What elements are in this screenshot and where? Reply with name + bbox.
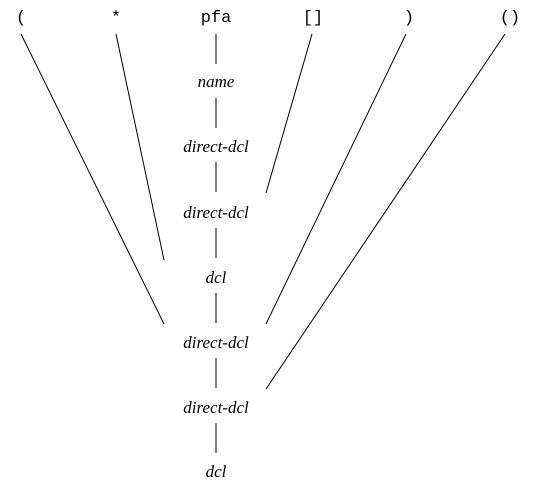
token-asterisk: *	[111, 9, 121, 28]
edge-parens-direct-dcl-4	[265, 33, 506, 390]
edge-brackets-direct-dcl-2	[265, 33, 313, 194]
edge-close-paren-direct-dcl-3	[265, 33, 407, 325]
node-direct-dcl-3: direct-dcl	[183, 333, 249, 352]
token-parens: ()	[500, 9, 520, 28]
edge-star-dcl-1	[115, 33, 165, 261]
tree-edges	[20, 33, 506, 453]
token-pfa: pfa	[201, 9, 232, 28]
token-row: ( * pfa [] ) ()	[16, 9, 520, 28]
token-brackets: []	[303, 9, 323, 28]
node-dcl-2: dcl	[206, 462, 227, 481]
token-close-paren: )	[404, 9, 414, 28]
parse-tree-diagram: ( * pfa [] ) () name direct-dcl direct-d…	[16, 9, 520, 481]
node-column: name direct-dcl direct-dcl dcl direct-dc…	[183, 72, 249, 481]
node-dcl-1: dcl	[206, 268, 227, 287]
node-direct-dcl-1: direct-dcl	[183, 137, 249, 156]
node-name: name	[198, 72, 235, 91]
node-direct-dcl-4: direct-dcl	[183, 398, 249, 417]
edge-open-paren-direct-dcl-3	[20, 33, 165, 325]
token-open-paren: (	[16, 9, 26, 28]
node-direct-dcl-2: direct-dcl	[183, 203, 249, 222]
